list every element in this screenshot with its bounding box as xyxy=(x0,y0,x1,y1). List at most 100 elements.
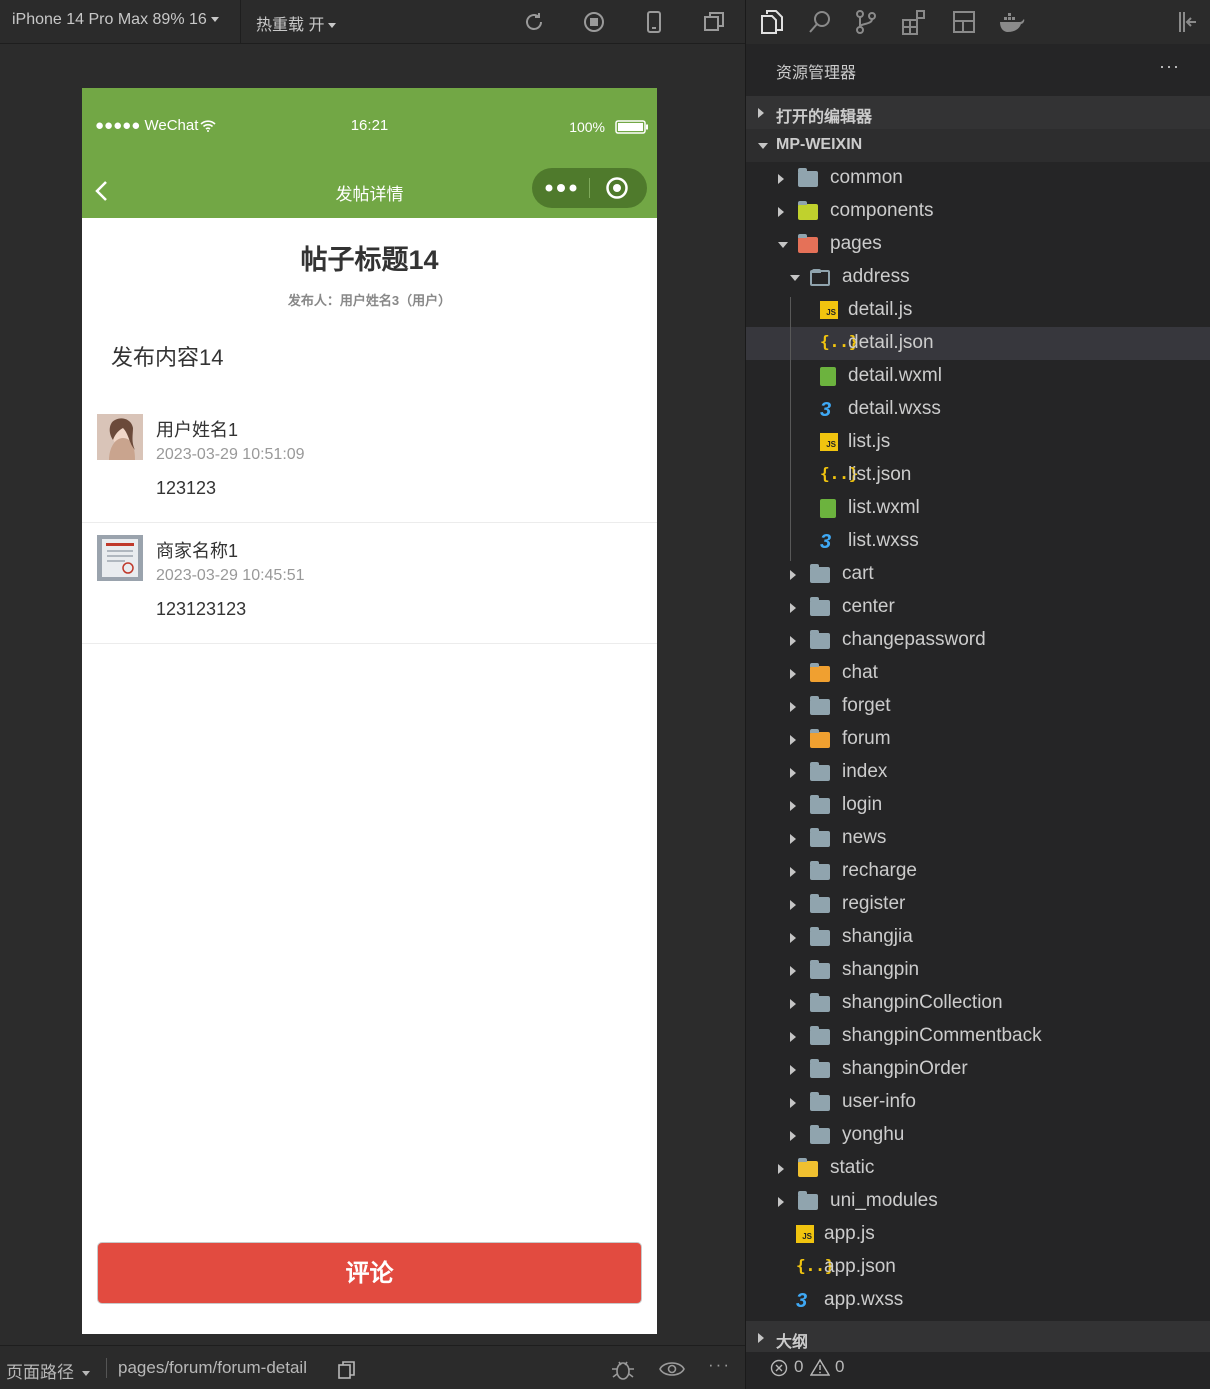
simulator-footer: 页面路径 pages/forum/forum-detail ··· xyxy=(0,1345,745,1389)
tree-item-label: shangpinCommentback xyxy=(842,1025,1042,1046)
folder-item-chat[interactable]: chat xyxy=(746,657,1210,690)
more-dots-icon[interactable] xyxy=(545,183,577,193)
folder-item-address[interactable]: address xyxy=(746,261,1210,294)
folder-item-components[interactable]: components xyxy=(746,195,1210,228)
folder-icon xyxy=(810,795,832,816)
tree-item-label: list.wxml xyxy=(848,497,920,518)
copy-icon[interactable] xyxy=(337,1360,357,1380)
open-editors-header[interactable]: 打开的编辑器 xyxy=(746,96,1210,129)
folder-item-login[interactable]: login xyxy=(746,789,1210,822)
avatar xyxy=(97,535,143,581)
folder-item-forget[interactable]: forget xyxy=(746,690,1210,723)
file-item-list-wxss[interactable]: 3 list.wxss xyxy=(746,525,1210,558)
comment-time: 2023-03-29 10:45:51 xyxy=(156,567,305,584)
file-item-list-wxml[interactable]: list.wxml xyxy=(746,492,1210,525)
folder-item-yonghu[interactable]: yonghu xyxy=(746,1119,1210,1152)
capsule-menu xyxy=(532,168,647,208)
chevron-down-icon xyxy=(790,275,800,281)
folder-item-news[interactable]: news xyxy=(746,822,1210,855)
debug-bug-icon[interactable] xyxy=(610,1357,636,1381)
folder-item-shangpinCollection[interactable]: shangpinCollection xyxy=(746,987,1210,1020)
chevron-right-icon xyxy=(778,1197,784,1207)
chevron-right-icon xyxy=(790,834,796,844)
eye-icon[interactable] xyxy=(659,1360,685,1378)
tree-item-label: index xyxy=(842,761,888,782)
chevron-right-icon xyxy=(790,636,796,646)
stop-icon[interactable] xyxy=(582,10,606,34)
folder-item-cart[interactable]: cart xyxy=(746,558,1210,591)
outline-header[interactable]: 大纲 xyxy=(746,1321,1210,1354)
json-file-icon: {..} xyxy=(820,332,859,351)
file-item-list-js[interactable]: JS list.js xyxy=(746,426,1210,459)
more-actions-icon[interactable]: ··· xyxy=(1159,56,1180,77)
folder-item-common[interactable]: common xyxy=(746,162,1210,195)
folder-item-pages[interactable]: pages xyxy=(746,228,1210,261)
battery-icon xyxy=(615,120,648,134)
source-control-icon[interactable] xyxy=(852,8,880,36)
folder-item-recharge[interactable]: recharge xyxy=(746,855,1210,888)
detach-window-icon[interactable] xyxy=(702,10,726,34)
folder-item-register[interactable]: register xyxy=(746,888,1210,921)
folder-icon xyxy=(810,1026,832,1047)
collapse-panel-icon[interactable] xyxy=(1174,8,1202,36)
project-header[interactable]: MP-WEIXIN xyxy=(746,129,1210,162)
tree-item-label: recharge xyxy=(842,860,917,881)
file-item-detail-json[interactable]: {..} detail.json xyxy=(746,327,1210,360)
hot-reload-toggle[interactable]: 热重载 开 xyxy=(256,11,337,35)
tree-item-label: app.json xyxy=(824,1256,896,1277)
problems-bar[interactable]: 0 0 xyxy=(746,1352,1210,1389)
search-icon[interactable] xyxy=(806,8,834,36)
tree-item-label: register xyxy=(842,893,906,914)
folder-item-shangpinOrder[interactable]: shangpinOrder xyxy=(746,1053,1210,1086)
folder-item-forum[interactable]: forum xyxy=(746,723,1210,756)
comment-author: 用户姓名1 xyxy=(156,420,239,440)
nav-bar: 发帖详情 xyxy=(82,162,657,218)
folder-icon xyxy=(810,1092,832,1113)
chevron-right-icon xyxy=(790,768,796,778)
error-count: 0 xyxy=(794,1357,804,1376)
folder-item-center[interactable]: center xyxy=(746,591,1210,624)
device-selector[interactable]: iPhone 14 Pro Max 89% 16 xyxy=(12,11,219,29)
more-icon[interactable]: ··· xyxy=(708,1355,731,1375)
chevron-right-icon xyxy=(790,669,796,679)
tree-item-label: chat xyxy=(842,662,878,683)
folder-icon xyxy=(798,201,820,222)
folder-item-shangpinCommentback[interactable]: shangpinCommentback xyxy=(746,1020,1210,1053)
file-item-app-js[interactable]: JS app.js xyxy=(746,1218,1210,1251)
file-item-app-json[interactable]: {..} app.json xyxy=(746,1251,1210,1284)
file-item-app-wxss[interactable]: 3 app.wxss xyxy=(746,1284,1210,1317)
folder-item-user-info[interactable]: user-info xyxy=(746,1086,1210,1119)
folder-item-shangpin[interactable]: shangpin xyxy=(746,954,1210,987)
chevron-right-icon xyxy=(778,1164,784,1174)
file-item-list-json[interactable]: {..} list.json xyxy=(746,459,1210,492)
post-author: 发布人：用户姓名3（用户） xyxy=(287,293,452,308)
folder-item-uni_modules[interactable]: uni_modules xyxy=(746,1185,1210,1218)
extensions-icon[interactable] xyxy=(900,8,928,36)
folder-icon xyxy=(810,663,832,684)
docker-whale-icon[interactable] xyxy=(998,8,1026,36)
file-item-detail-wxss[interactable]: 3 detail.wxss xyxy=(746,393,1210,426)
hot-reload-label: 热重载 开 xyxy=(256,17,325,34)
folder-icon xyxy=(810,861,832,882)
tree-item-label: detail.wxss xyxy=(848,398,941,419)
tree-item-label: components xyxy=(830,200,934,221)
close-miniprogram-icon[interactable] xyxy=(605,176,629,200)
explorer-files-icon[interactable] xyxy=(758,8,786,36)
folder-item-index[interactable]: index xyxy=(746,756,1210,789)
folder-icon xyxy=(798,1191,820,1212)
folder-item-changepassword[interactable]: changepassword xyxy=(746,624,1210,657)
comment-button[interactable]: 评论 xyxy=(97,1242,642,1304)
refresh-icon[interactable] xyxy=(522,10,546,34)
tree-item-label: shangjia xyxy=(842,926,913,947)
chevron-right-icon xyxy=(790,1032,796,1042)
json-file-icon: {..} xyxy=(796,1256,835,1275)
file-item-detail-wxml[interactable]: detail.wxml xyxy=(746,360,1210,393)
chevron-right-icon xyxy=(790,735,796,745)
folder-item-shangjia[interactable]: shangjia xyxy=(746,921,1210,954)
phone-icon[interactable] xyxy=(642,10,666,34)
layout-panel-icon[interactable] xyxy=(950,8,978,36)
phone-screen: ●●●●● WeChat 16:21 100% 发帖详情 帖子标题14 发布人：… xyxy=(82,88,657,1334)
page-path-selector[interactable]: 页面路径 xyxy=(6,1358,90,1383)
file-item-detail-js[interactable]: JS detail.js xyxy=(746,294,1210,327)
folder-item-static[interactable]: static xyxy=(746,1152,1210,1185)
